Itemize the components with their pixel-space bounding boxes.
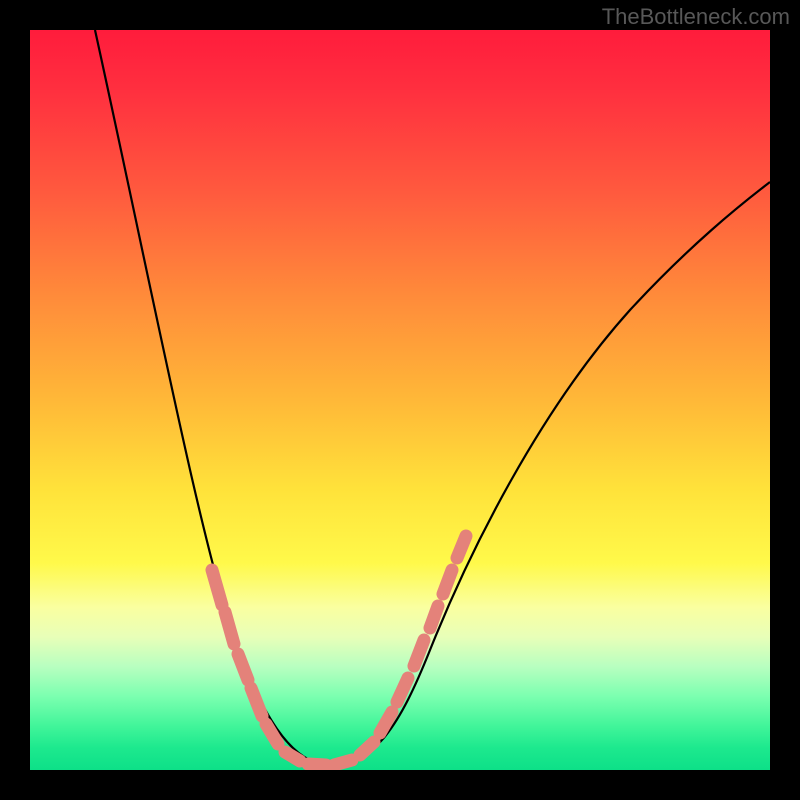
bottleneck-curve: [95, 30, 770, 765]
curve-layer: [30, 30, 770, 770]
salmon-segment: [251, 688, 262, 716]
salmon-segment: [225, 612, 234, 644]
salmon-overlay-group: [212, 536, 466, 765]
salmon-segment: [397, 678, 408, 702]
salmon-segment: [285, 752, 300, 761]
salmon-segment: [308, 764, 326, 765]
salmon-segment: [430, 606, 438, 628]
salmon-segment: [414, 640, 424, 666]
salmon-segment: [457, 536, 466, 558]
salmon-segment: [238, 654, 248, 680]
salmon-segment: [443, 570, 452, 594]
plot-area: [30, 30, 770, 770]
bottleneck-chart: TheBottleneck.com: [0, 0, 800, 800]
watermark-text: TheBottleneck.com: [602, 4, 790, 30]
salmon-segment: [360, 742, 374, 755]
salmon-segment: [334, 760, 352, 765]
salmon-segment: [212, 570, 222, 605]
